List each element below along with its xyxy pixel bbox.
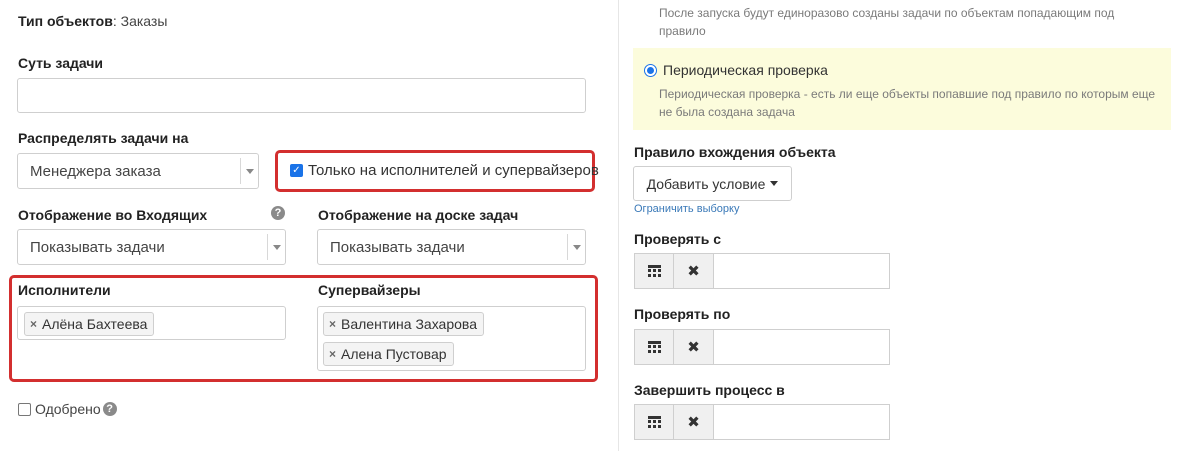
finish-process-label: Завершить процесс в (634, 382, 785, 398)
task-essence-label: Суть задачи (18, 55, 104, 71)
object-type-colon: : (112, 13, 121, 29)
check-to-label: Проверять по (634, 306, 731, 322)
add-condition-label: Добавить условие (646, 175, 766, 192)
object-type-line: Тип объектов: Заказы (18, 13, 167, 29)
distribute-select-value: Менеджера заказа (30, 162, 161, 180)
finish-process-input[interactable] (714, 404, 890, 440)
periodic-hint: Периодическая проверка - есть ли еще объ… (659, 87, 1156, 119)
executors-label: Исполнители (18, 282, 111, 298)
close-icon: ✖ (687, 414, 700, 431)
calendar-icon (647, 265, 661, 277)
periodic-check-panel: Периодическая проверка Периодическая про… (633, 48, 1171, 130)
chevron-down-icon (267, 234, 285, 260)
only-executors-checkbox[interactable]: ✓ (290, 164, 303, 177)
entry-rule-label: Правило вхождения объекта (634, 144, 836, 160)
calendar-icon (647, 416, 661, 428)
distribute-label: Распределять задачи на (18, 130, 189, 146)
check-from-label: Проверять с (634, 231, 722, 247)
executor-tag: × Алёна Бахтеева (24, 312, 155, 336)
check-from-input[interactable] (714, 253, 890, 289)
help-icon[interactable]: ? (271, 206, 285, 220)
calendar-icon (647, 341, 661, 353)
supervisors-label: Супервайзеры (318, 282, 421, 298)
inbox-display-value: Показывать задачи (30, 238, 165, 256)
finish-process-date-group: ✖ (634, 404, 890, 440)
chevron-down-icon (567, 234, 585, 260)
approved-label: Одобрено (35, 401, 101, 417)
calendar-button[interactable] (634, 404, 674, 440)
approved-checkbox-row[interactable]: Одобрено ? (18, 401, 117, 417)
check-to-input[interactable] (714, 329, 890, 365)
periodic-label: Периодическая проверка (663, 62, 828, 78)
limit-selection-link[interactable]: Ограничить выборку (634, 203, 739, 215)
board-display-label: Отображение на доске задач (318, 207, 519, 223)
periodic-radio[interactable] (644, 63, 657, 77)
distribute-select[interactable]: Менеджера заказа (17, 153, 259, 189)
board-display-value: Показывать задачи (330, 238, 465, 256)
executors-field[interactable]: × Алёна Бахтеева (17, 306, 286, 340)
calendar-button[interactable] (634, 253, 674, 289)
close-icon: ✖ (687, 339, 700, 356)
clear-date-button[interactable]: ✖ (674, 404, 714, 440)
one-time-hint: После запуска будут единоразово созданы … (659, 6, 1115, 38)
board-display-select[interactable]: Показывать задачи (317, 229, 586, 265)
task-essence-input[interactable] (17, 78, 586, 113)
inbox-display-select[interactable]: Показывать задачи (17, 229, 286, 265)
executor-tag-label: Алёна Бахтеева (42, 316, 148, 332)
help-icon[interactable]: ? (102, 402, 117, 416)
remove-tag-icon[interactable]: × (30, 317, 37, 331)
supervisor-tag-label: Алена Пустовар (341, 346, 447, 362)
remove-tag-icon[interactable]: × (329, 347, 336, 361)
check-icon: ✓ (292, 164, 301, 176)
object-type-value: Заказы (120, 13, 168, 29)
only-executors-checkbox-row[interactable]: ✓ Только на исполнителей и супервайзеров (290, 162, 599, 179)
approved-checkbox[interactable] (18, 402, 31, 416)
supervisor-tag: × Алена Пустовар (323, 342, 454, 366)
periodic-radio-row[interactable]: Периодическая проверка (644, 62, 828, 78)
clear-date-button[interactable]: ✖ (674, 329, 714, 365)
check-from-date-group: ✖ (634, 253, 890, 289)
add-condition-button[interactable]: Добавить условие (633, 166, 792, 201)
chevron-down-icon (240, 158, 258, 184)
calendar-button[interactable] (634, 329, 674, 365)
only-executors-label: Только на исполнителей и супервайзеров (308, 162, 599, 179)
caret-down-icon (770, 181, 779, 186)
object-type-label: Тип объектов (18, 13, 113, 29)
help-glyph: ? (274, 207, 282, 219)
clear-date-button[interactable]: ✖ (674, 253, 714, 289)
inbox-display-label: Отображение во Входящих (18, 207, 208, 223)
help-glyph: ? (106, 403, 114, 415)
close-icon: ✖ (687, 263, 700, 280)
column-divider (618, 0, 619, 451)
remove-tag-icon[interactable]: × (329, 317, 336, 331)
supervisor-tag-label: Валентина Захарова (341, 316, 477, 332)
supervisor-tag: × Валентина Захарова (323, 312, 484, 336)
supervisors-field[interactable]: × Валентина Захарова × Алена Пустовар (317, 306, 586, 371)
check-to-date-group: ✖ (634, 329, 890, 365)
